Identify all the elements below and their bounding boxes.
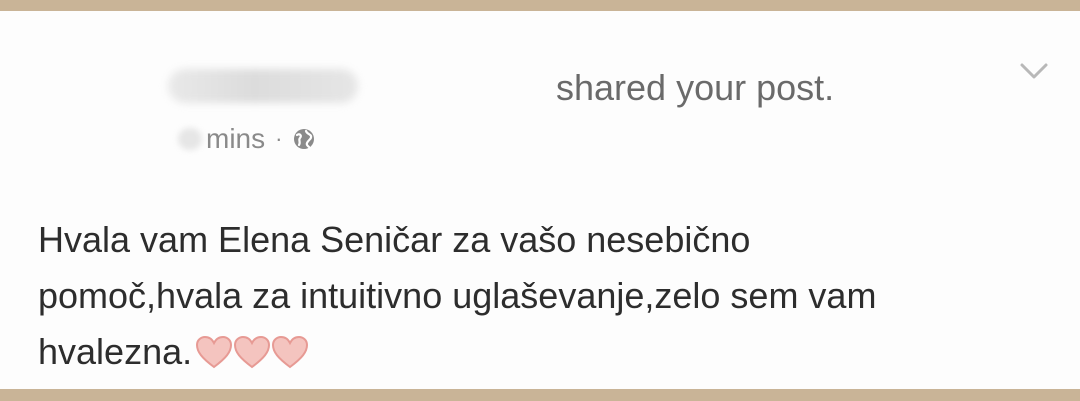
post-line-3-text: hvalezna. bbox=[38, 331, 193, 372]
heart-icon bbox=[272, 335, 309, 369]
post-meta: mins · bbox=[178, 121, 316, 157]
shared-post-text: shared your post. bbox=[556, 67, 835, 108]
time-text[interactable]: mins bbox=[206, 123, 265, 155]
post-line-2: pomoč,hvala za intuitivno uglaševanje,ze… bbox=[38, 275, 877, 316]
heart-icon bbox=[196, 335, 233, 369]
heart-emoji-group bbox=[194, 334, 309, 370]
post-card: shared your post. mins · Hvala vam Elena… bbox=[0, 11, 1080, 389]
blurred-author-name bbox=[168, 69, 358, 103]
heart-icon bbox=[234, 335, 271, 369]
post-line-1: Hvala vam Elena Seničar za vašo nesebičn… bbox=[38, 219, 751, 260]
globe-icon[interactable] bbox=[292, 127, 316, 151]
post-body: Hvala vam Elena Seničar za vašo nesebičn… bbox=[38, 212, 1048, 380]
chevron-down-icon[interactable] bbox=[1016, 57, 1052, 85]
meta-separator: · bbox=[275, 126, 283, 151]
blurred-time-number bbox=[178, 128, 202, 150]
post-line-3: hvalezna. bbox=[38, 324, 1048, 380]
